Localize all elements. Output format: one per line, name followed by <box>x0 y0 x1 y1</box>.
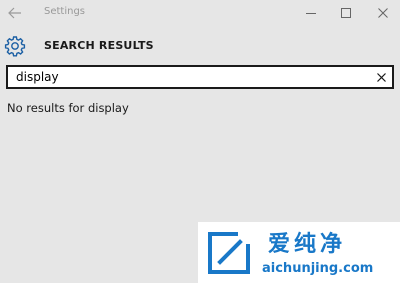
maximize-icon <box>341 8 351 18</box>
back-arrow-icon <box>8 7 21 19</box>
gear-icon <box>4 36 26 57</box>
minimize-icon <box>306 13 316 14</box>
close-window-button[interactable] <box>370 1 396 25</box>
title-bar: Settings <box>0 0 400 26</box>
no-results-message: No results for display <box>7 101 129 115</box>
search-box <box>6 65 394 89</box>
search-input[interactable] <box>8 67 368 87</box>
watermark-url: aichunjing.com <box>262 261 374 276</box>
page-header: SEARCH RESULTS <box>0 33 400 59</box>
watermark-brand: 爱纯净 <box>268 232 347 257</box>
close-icon <box>378 8 388 18</box>
maximize-button[interactable] <box>333 1 359 25</box>
watermark: 爱纯净 aichunjing.com <box>198 222 400 283</box>
watermark-logo-icon <box>208 232 250 274</box>
page-title: SEARCH RESULTS <box>44 39 154 52</box>
window-title: Settings <box>44 6 86 17</box>
minimize-button[interactable] <box>298 1 324 25</box>
back-button[interactable] <box>2 1 28 25</box>
close-icon <box>376 72 386 82</box>
settings-window: Settings SEARCH RESULTS display No resul… <box>0 0 400 283</box>
clear-search-button[interactable] <box>373 69 389 85</box>
